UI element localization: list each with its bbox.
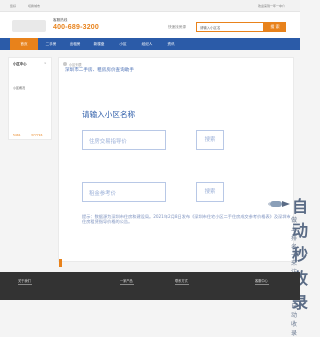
stat-community-value: 5461 <box>13 133 21 137</box>
nav-item-newhomes[interactable]: 新楼盘 <box>88 38 110 50</box>
sidebar-subtitle: 小区概况 <box>13 86 26 90</box>
watermark: 自动秒收录 做上排名 → 来访一次 → 自动收录 <box>150 184 308 337</box>
footer-divider <box>120 284 134 285</box>
stat-property-value: 377716 <box>31 133 43 137</box>
footer-divider <box>175 284 189 285</box>
nav-item-community[interactable]: 小区 <box>112 38 134 50</box>
footer-divider <box>18 284 32 285</box>
nav-item-rental[interactable]: 出租房 <box>64 38 86 50</box>
search-guide-price-button[interactable]: 搜索 <box>196 130 224 150</box>
search-label: 快速找房源 <box>168 25 186 29</box>
footer: 关于我们 一家产品 联系方式 客服中心 <box>0 272 300 300</box>
sidebar-title: 小区中心 <box>13 62 27 66</box>
site-header: 客服热线 400-689-3200 快速找房源 请输入小区名 搜 索 <box>0 12 300 38</box>
site-logo[interactable] <box>12 20 46 32</box>
footer-link-about[interactable]: 关于我们 <box>18 278 31 283</box>
welcome-text: 欢迎来到一年一中介 <box>258 4 286 8</box>
main-panel: 小区列表 深圳市二手房、租房房价查询助手 请输入小区名称 住房交易指导价 搜索 … <box>58 57 294 262</box>
guide-price-input[interactable]: 住房交易指导价 <box>82 130 166 150</box>
nav-item-secondhand[interactable]: 二手房 <box>40 38 62 50</box>
accent-marker <box>59 259 62 267</box>
hotline-label: 客服热线 <box>53 18 68 22</box>
hotline-number: 400-689-3200 <box>53 24 99 31</box>
search-button[interactable]: 搜 索 <box>264 22 286 32</box>
footer-link-service[interactable]: 客服中心 <box>255 278 268 283</box>
nav-item-news[interactable]: 资讯 <box>160 38 182 50</box>
footer-link-products[interactable]: 一家产品 <box>120 278 133 283</box>
top-bar: 您好 切换城市 欢迎来到一年一中介 <box>0 0 300 12</box>
page-subtitle: 深圳市二手房、租房房价查询助手 <box>65 68 134 73</box>
switch-city-link[interactable]: 切换城市 <box>28 4 40 8</box>
search-input[interactable]: 请输入小区名 <box>196 22 264 32</box>
footer-link-contact[interactable]: 联系方式 <box>175 278 188 283</box>
main-nav: 首页 二手房 出租房 新楼盘 小区 经纪人 资讯 <box>0 38 300 50</box>
page-title: 请输入小区名称 <box>82 110 136 119</box>
sidebar-panel: 小区中心 × 小区概况 5461 377716 <box>8 57 52 140</box>
close-icon[interactable]: × <box>44 61 47 65</box>
footer-divider <box>255 284 269 285</box>
greeting-text: 您好 <box>10 4 17 8</box>
nav-item-home[interactable]: 首页 <box>10 38 38 50</box>
rocket-icon <box>268 201 290 207</box>
location-icon <box>63 62 67 66</box>
nav-item-agents[interactable]: 经纪人 <box>136 38 158 50</box>
